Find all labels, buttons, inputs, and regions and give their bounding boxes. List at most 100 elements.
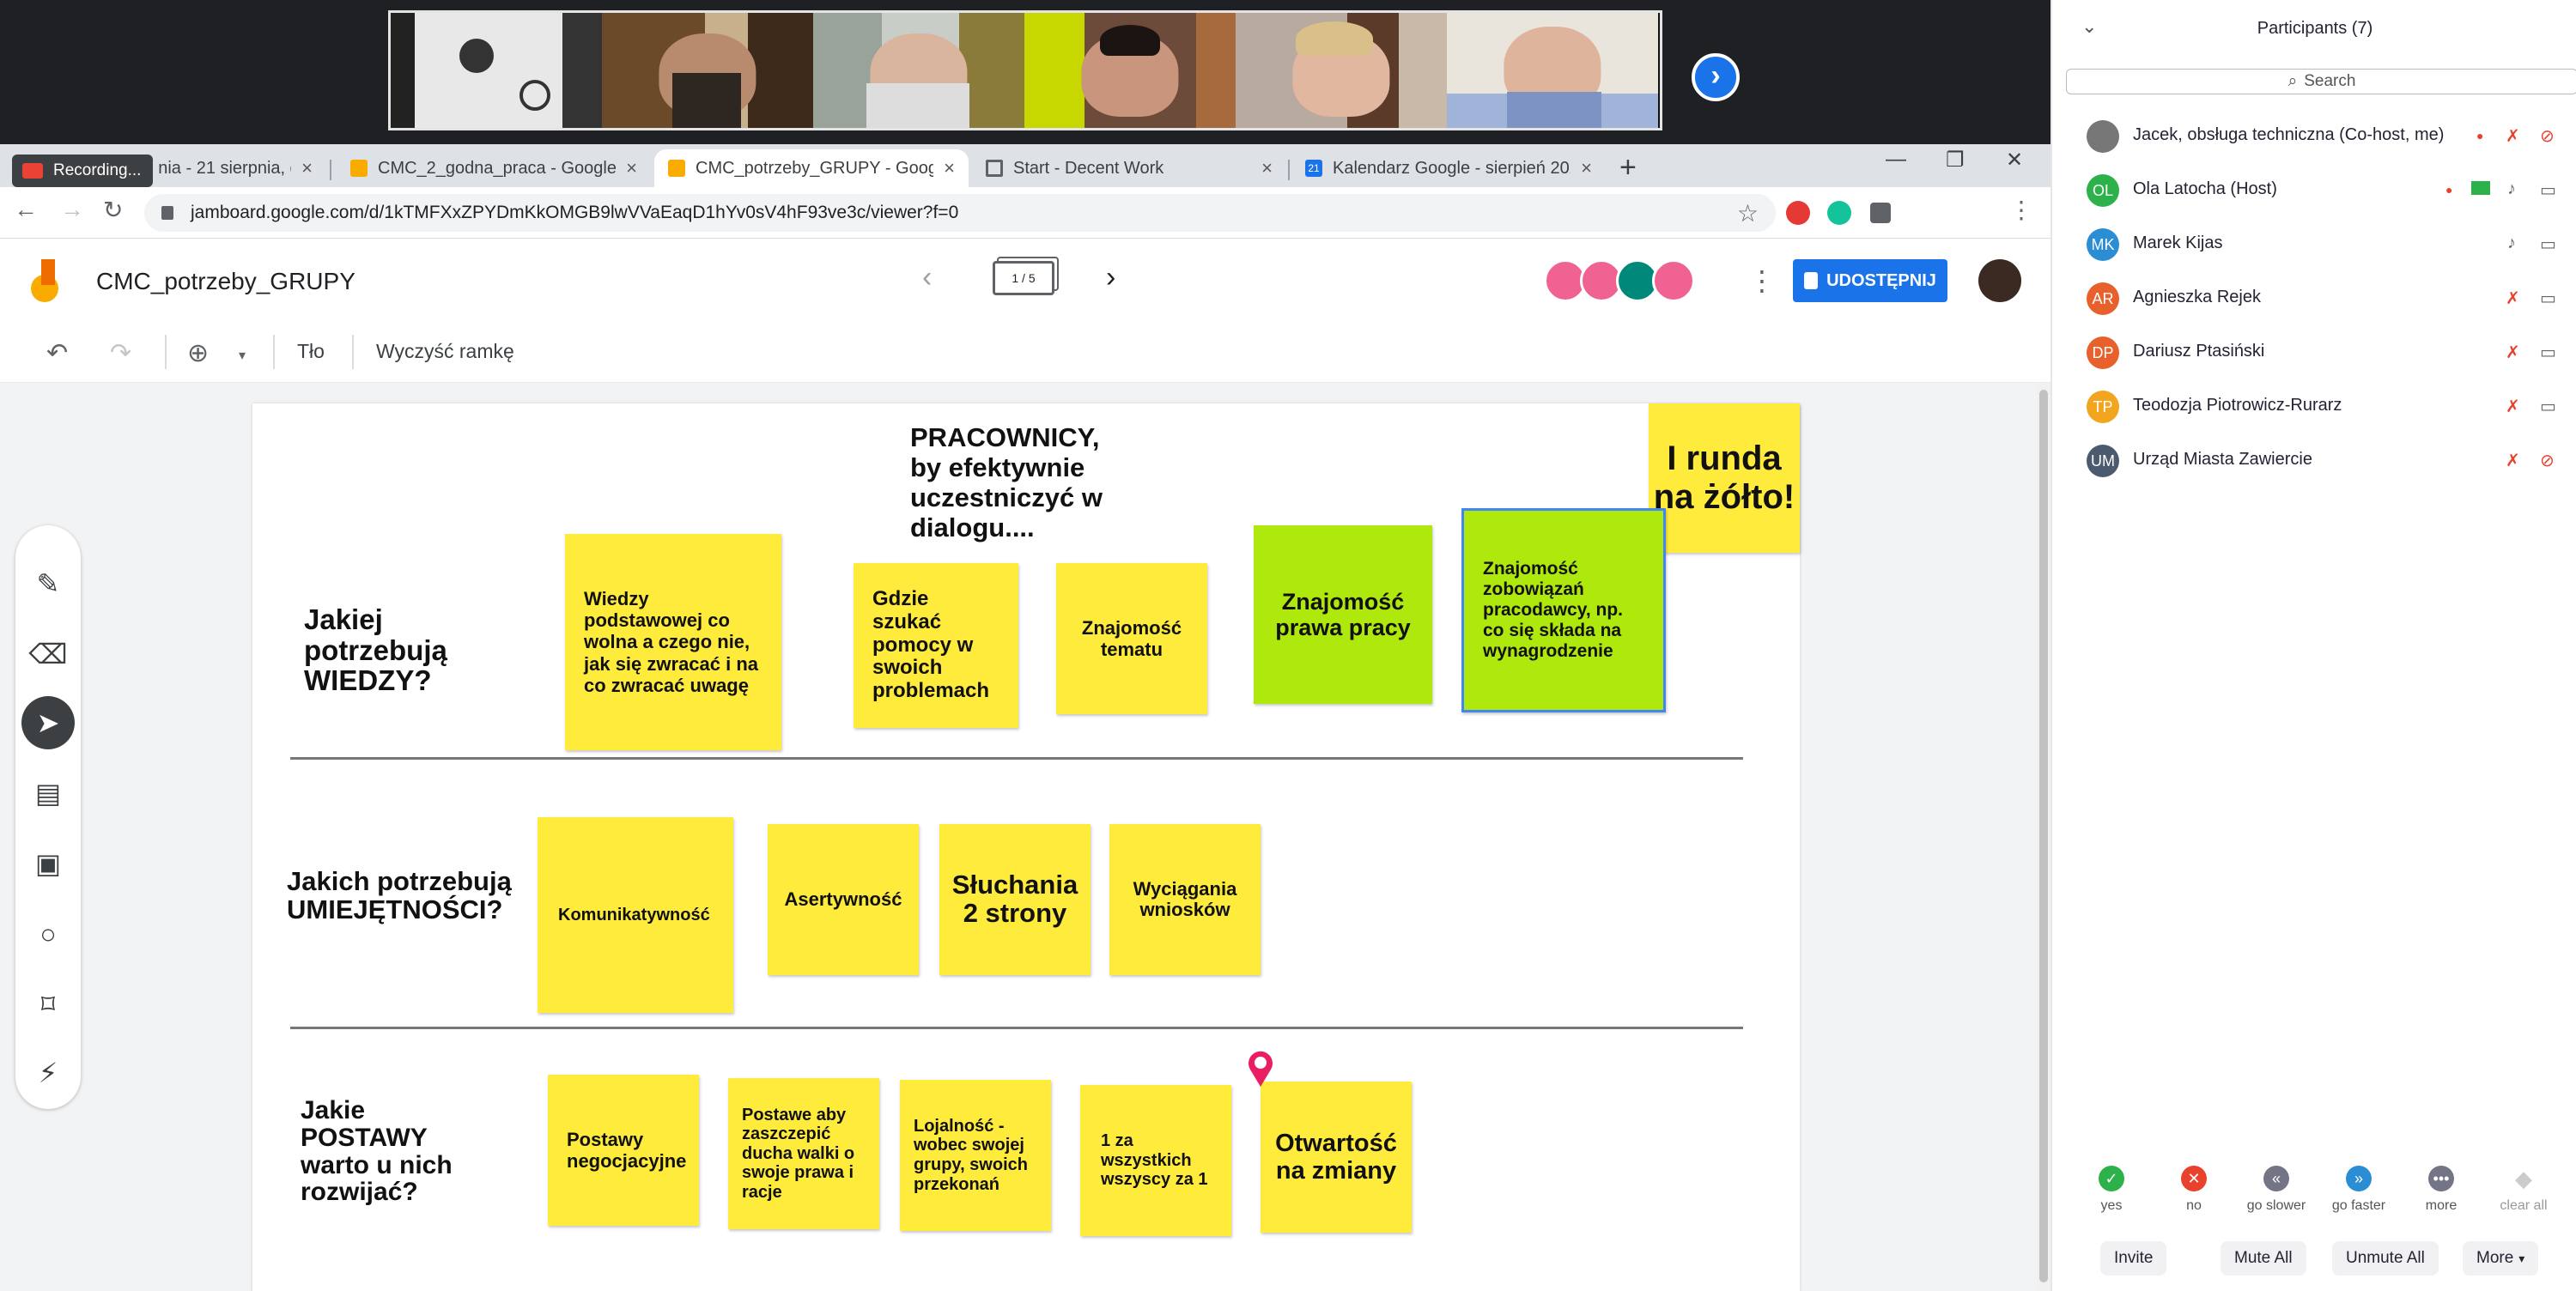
mic-muted-icon[interactable]: ✗ <box>2506 125 2520 147</box>
more-button[interactable]: More ▾ <box>2463 1241 2539 1276</box>
vertical-scrollbar[interactable] <box>2037 383 2050 1291</box>
tab-calendar[interactable]: 21 Kalendarz Google - sierpień 2020 × <box>1291 149 1606 187</box>
sticky-note[interactable]: 1 za wszystkich wszyscy za 1 <box>1080 1085 1231 1236</box>
window-close-icon[interactable]: ✕ <box>2006 148 2023 173</box>
sticky-note[interactable]: Znajomość tematu <box>1056 563 1207 714</box>
collaborator-avatar[interactable] <box>1652 259 1695 302</box>
tab-close-icon[interactable]: × <box>626 157 637 179</box>
tab-close-icon[interactable]: × <box>1581 157 1592 179</box>
participant-row[interactable]: AR Agnieszka Rejek ✗ ▭ <box>2052 270 2576 324</box>
mute-all-button[interactable]: Mute All <box>2221 1241 2306 1276</box>
mic-muted-icon[interactable]: ✗ <box>2506 450 2520 471</box>
reload-icon[interactable]: ↻ <box>103 196 123 224</box>
video-icon[interactable]: ▭ <box>2540 179 2556 201</box>
reaction-no[interactable]: ✕ no <box>2155 1166 2233 1214</box>
sticky-note[interactable]: Gdzie szukać pomocy w swoich problemach <box>854 563 1018 728</box>
video-icon[interactable]: ▭ <box>2540 233 2556 255</box>
row-divider[interactable] <box>290 1027 1743 1029</box>
restore-icon[interactable]: ❐ <box>1946 148 1965 173</box>
video-tile-participant[interactable] <box>1024 13 1236 128</box>
image-tool-icon[interactable]: ▣ <box>15 831 81 896</box>
laser-tool-icon[interactable]: ⚡ <box>15 1040 81 1106</box>
scrollbar-thumb[interactable] <box>2039 390 2048 1282</box>
reaction-go-slower[interactable]: « go slower <box>2238 1166 2315 1214</box>
video-tile-participant[interactable] <box>1236 13 1447 128</box>
sticky-note[interactable]: Wiedzy podstawowej co wolna a czego nie,… <box>565 534 781 750</box>
participant-search-input[interactable]: ⌕ Search <box>2066 69 2576 94</box>
video-tile-participant[interactable] <box>1447 13 1658 128</box>
sticky-note[interactable]: Asertywność <box>768 824 919 975</box>
account-avatar[interactable] <box>1978 259 2021 302</box>
text-box-tool-icon[interactable]: ⌑ <box>15 972 81 1037</box>
adblock-extension-icon[interactable] <box>1786 201 1810 225</box>
previous-frame-button[interactable]: ‹ <box>922 261 932 294</box>
sticky-note[interactable]: Postawe aby zaszczepić ducha walki o swo… <box>728 1078 879 1229</box>
video-icon[interactable]: ▭ <box>2540 342 2556 363</box>
video-icon[interactable]: ▭ <box>2540 396 2556 417</box>
video-icon[interactable]: ▭ <box>2540 288 2556 309</box>
sticky-note[interactable]: Komunikatywność <box>538 817 733 1013</box>
reaction-clear-all[interactable]: ◆ clear all <box>2485 1166 2562 1214</box>
participant-row[interactable]: OL Ola Latocha (Host) ● ♪ ▭ <box>2052 162 2576 216</box>
browser-menu-icon[interactable]: ⋮ <box>2009 196 2033 224</box>
forward-icon[interactable]: → <box>60 196 84 223</box>
eraser-tool-icon[interactable]: ⌫ <box>15 621 81 687</box>
sticky-note[interactable]: Lojalność - wobec swojej grupy, swoich p… <box>900 1080 1051 1231</box>
row-label-knowledge[interactable]: Jakiej potrzebują WIEDZY? <box>304 604 493 696</box>
tab-cmc2-godna-praca[interactable]: CMC_2_godna_praca - Google Ja × <box>337 149 651 187</box>
circle-tool-icon[interactable]: ○ <box>15 901 81 967</box>
back-icon[interactable]: ← <box>14 196 38 223</box>
next-frame-button[interactable]: › <box>1106 261 1115 294</box>
mic-icon[interactable]: ♪ <box>2507 179 2516 199</box>
participant-row[interactable]: TP Teodozja Piotrowicz-Rurarz ✗ ▭ <box>2052 379 2576 433</box>
video-off-icon[interactable]: ⊘ <box>2540 125 2555 147</box>
mic-icon[interactable]: ♪ <box>2507 233 2516 253</box>
jam-frame[interactable]: PRACOWNICY, by efektywnie uczestniczyć w… <box>252 403 1800 1291</box>
more-options-icon[interactable]: ⋮ <box>1748 264 1776 297</box>
reaction-go-faster[interactable]: » go faster <box>2320 1166 2397 1214</box>
undo-icon[interactable]: ↶ <box>46 338 68 368</box>
grammarly-extension-icon[interactable] <box>1827 201 1851 225</box>
video-off-icon[interactable]: ⊘ <box>2540 450 2555 471</box>
invite-button[interactable]: Invite <box>2100 1241 2167 1276</box>
url-field[interactable]: jamboard.google.com/d/1kTMFXxZPYDmKkOMGB… <box>144 194 1776 232</box>
participant-row[interactable]: UM Urząd Miasta Zawiercie ✗ ⊘ <box>2052 433 2576 487</box>
tab-meeting[interactable]: ... nia - 21 sierpnia, g × <box>125 149 326 187</box>
clear-frame-button[interactable]: Wyczyść ramkę <box>376 340 514 363</box>
tab-close-icon[interactable]: × <box>301 157 313 179</box>
reaction-more[interactable]: ••• more <box>2403 1166 2480 1214</box>
sticky-note[interactable]: Znajomość prawa pracy <box>1254 525 1432 704</box>
board-header[interactable]: PRACOWNICY, by efektywnie uczestniczyć w… <box>910 422 1133 542</box>
tab-close-icon[interactable]: × <box>944 157 955 179</box>
participant-row[interactable]: DP Dariusz Ptasiński ✗ ▭ <box>2052 324 2576 379</box>
zoom-dropdown-icon[interactable]: ▾ <box>239 347 246 364</box>
mic-muted-icon[interactable]: ✗ <box>2506 342 2520 363</box>
sticky-note-selected[interactable]: Znajomość zobowiązań pracodawcy, np. co … <box>1461 508 1666 712</box>
sticky-note[interactable]: I runda na żółto! <box>1649 403 1800 553</box>
participant-row[interactable]: MK Marek Kijas ♪ ▭ <box>2052 216 2576 270</box>
tab-decent-work[interactable]: Start - Decent Work × <box>972 149 1286 187</box>
redo-icon[interactable]: ↷ <box>110 338 131 368</box>
sticky-note-tool-icon[interactable]: ▤ <box>15 761 81 826</box>
extensions-puzzle-icon[interactable] <box>1870 203 1891 223</box>
next-videos-button[interactable]: › <box>1692 53 1740 101</box>
sticky-note[interactable]: Otwartość na zmiany <box>1261 1082 1412 1233</box>
unmute-all-button[interactable]: Unmute All <box>2332 1241 2439 1276</box>
participant-row[interactable]: Jacek, obsługa techniczna (Co-host, me) … <box>2052 108 2576 162</box>
video-tile-participant[interactable] <box>602 13 813 128</box>
video-tile-screen[interactable] <box>391 13 602 128</box>
jamboard-title[interactable]: CMC_potrzeby_GRUPY <box>96 268 355 295</box>
select-tool-icon[interactable]: ➤ <box>15 690 81 755</box>
sticky-note[interactable]: Wyciągania wniosków <box>1109 824 1261 975</box>
row-label-skills[interactable]: Jakich potrzebują UMIEJĘTNOŚCI? <box>287 867 544 924</box>
sticky-note[interactable]: Słuchania 2 strony <box>939 824 1091 975</box>
tab-close-icon[interactable]: × <box>1261 157 1273 179</box>
pen-tool-icon[interactable]: ✎ <box>15 551 81 616</box>
zoom-icon[interactable]: ⊕ <box>187 338 209 368</box>
mic-muted-icon[interactable]: ✗ <box>2506 288 2520 309</box>
minimize-icon[interactable]: — <box>1886 148 1906 172</box>
reaction-yes[interactable]: ✓ yes <box>2073 1166 2150 1214</box>
set-background-button[interactable]: Tło <box>297 340 325 363</box>
mic-muted-icon[interactable]: ✗ <box>2506 396 2520 417</box>
frame-counter[interactable]: 1 / 5 <box>993 261 1054 295</box>
